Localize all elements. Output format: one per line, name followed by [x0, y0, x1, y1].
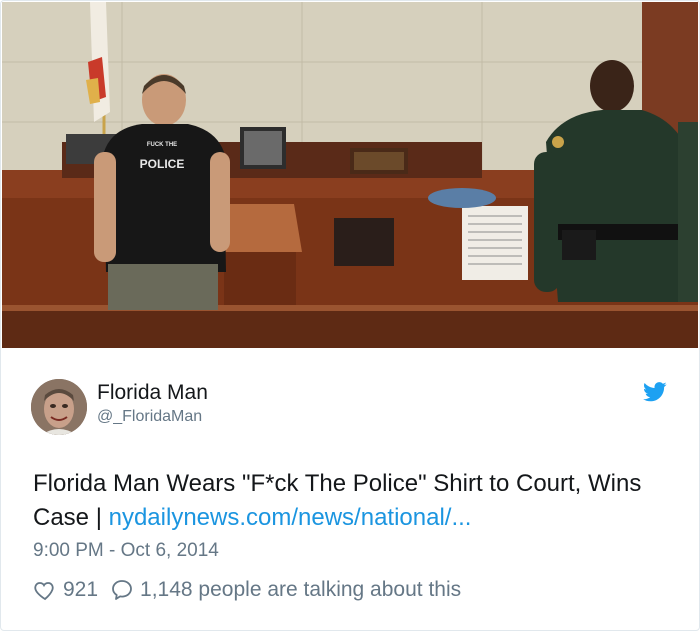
tweet-photo[interactable]: FUCK THE POLICE: [2, 2, 698, 348]
tweet-actions: 921 1,148 people are talking about this: [33, 575, 461, 605]
tweet-text: Florida Man Wears "F*ck The Police" Shir…: [33, 467, 673, 535]
tweet-timestamp[interactable]: 9:00 PM - Oct 6, 2014: [33, 540, 219, 562]
courtroom-photo: FUCK THE POLICE: [2, 2, 698, 348]
conversation-text[interactable]: 1,148 people are talking about this: [140, 578, 461, 602]
speech-bubble-icon[interactable]: [110, 578, 134, 602]
author-name[interactable]: Florida Man: [97, 381, 208, 405]
twitter-bird-icon[interactable]: [643, 382, 667, 402]
author-avatar[interactable]: [31, 379, 87, 435]
tweet-link[interactable]: nydailynews.com/news/national/...: [109, 504, 472, 531]
author-handle[interactable]: @_FloridaMan: [97, 408, 202, 426]
heart-icon[interactable]: [33, 578, 57, 602]
tweet-card[interactable]: FUCK THE POLICE Florida Man @_FloridaMan…: [0, 0, 700, 631]
shirt-top-text: FUCK THE: [147, 142, 177, 148]
shirt-police-text: POLICE: [140, 157, 185, 171]
like-count[interactable]: 921: [63, 578, 98, 602]
tweet-header: Florida Man @_FloridaMan: [31, 379, 671, 439]
